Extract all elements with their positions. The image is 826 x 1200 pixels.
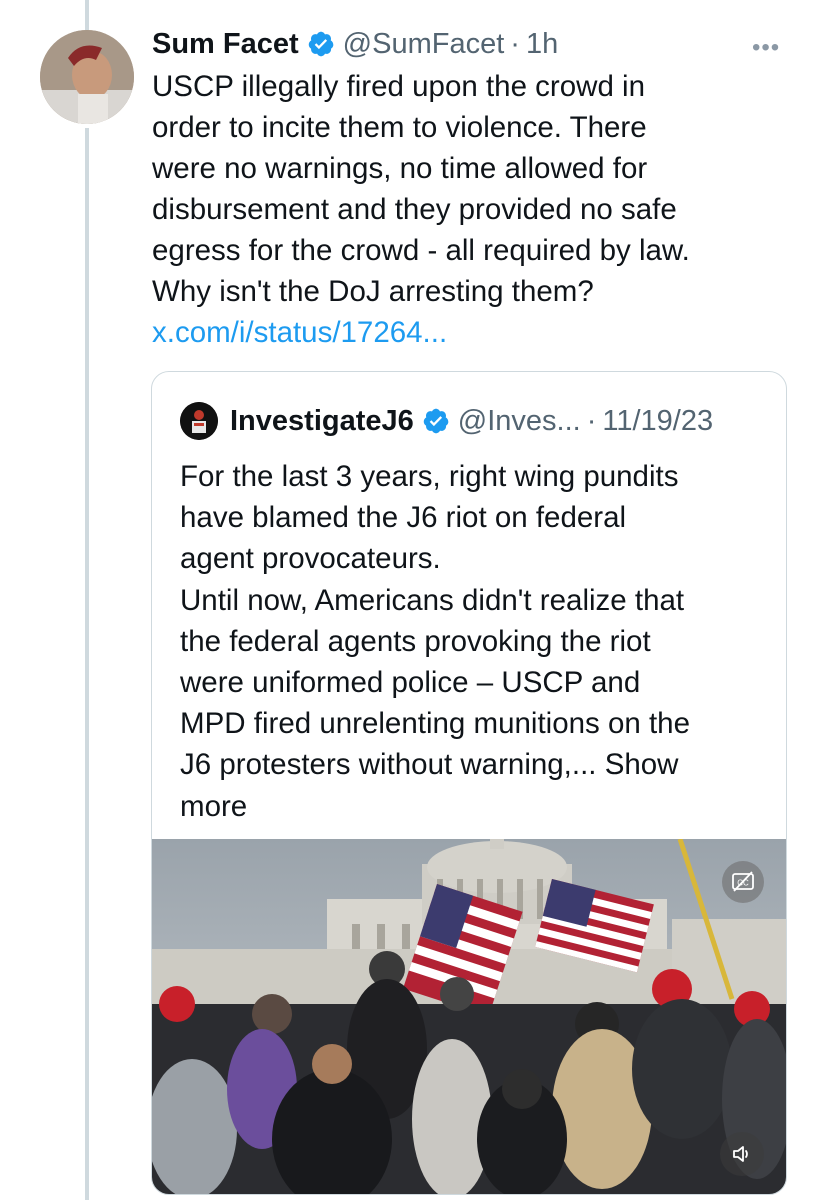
closed-captions-off-icon[interactable]: CC [722,861,764,903]
volume-icon[interactable] [720,1132,764,1176]
quote-body: For the last 3 years, right wing pundits… [180,460,690,782]
author-handle[interactable]: @SumFacet [343,28,505,61]
separator-dot: · [586,404,597,437]
author-name[interactable]: Sum Facet [152,28,299,61]
quote-header: InvestigateJ6 @Inves... · 11/19/23 [180,402,713,440]
avatar[interactable] [40,30,134,124]
quoted-tweet[interactable]: InvestigateJ6 @Inves... · 11/19/23 For t… [151,371,787,1195]
tweet-header: Sum Facet @SumFacet · 1h [152,24,792,64]
tweet-link[interactable]: x.com/i/status/17264... [152,312,792,353]
quote-avatar[interactable] [180,402,218,440]
thread-line-top [85,0,89,32]
thread-line [85,128,89,1200]
verified-badge-icon [307,30,335,58]
video-frame [152,839,786,1194]
video-player[interactable]: CC [152,839,786,1194]
timestamp[interactable]: 1h [526,28,558,61]
quote-date[interactable]: 11/19/23 [602,405,713,438]
quote-text: For the last 3 years, right wing pundits… [180,456,760,827]
quote-author-name[interactable]: InvestigateJ6 [230,405,414,438]
separator-dot: · [510,27,520,60]
tweet-text: USCP illegally fired upon the crowd in o… [152,70,690,308]
quote-author-handle[interactable]: @Inves... [458,405,581,438]
tweet[interactable]: Sum Facet @SumFacet · 1h USCP illegally … [152,24,792,353]
more-options-icon[interactable]: ••• [752,34,780,62]
verified-badge-icon [422,407,450,435]
